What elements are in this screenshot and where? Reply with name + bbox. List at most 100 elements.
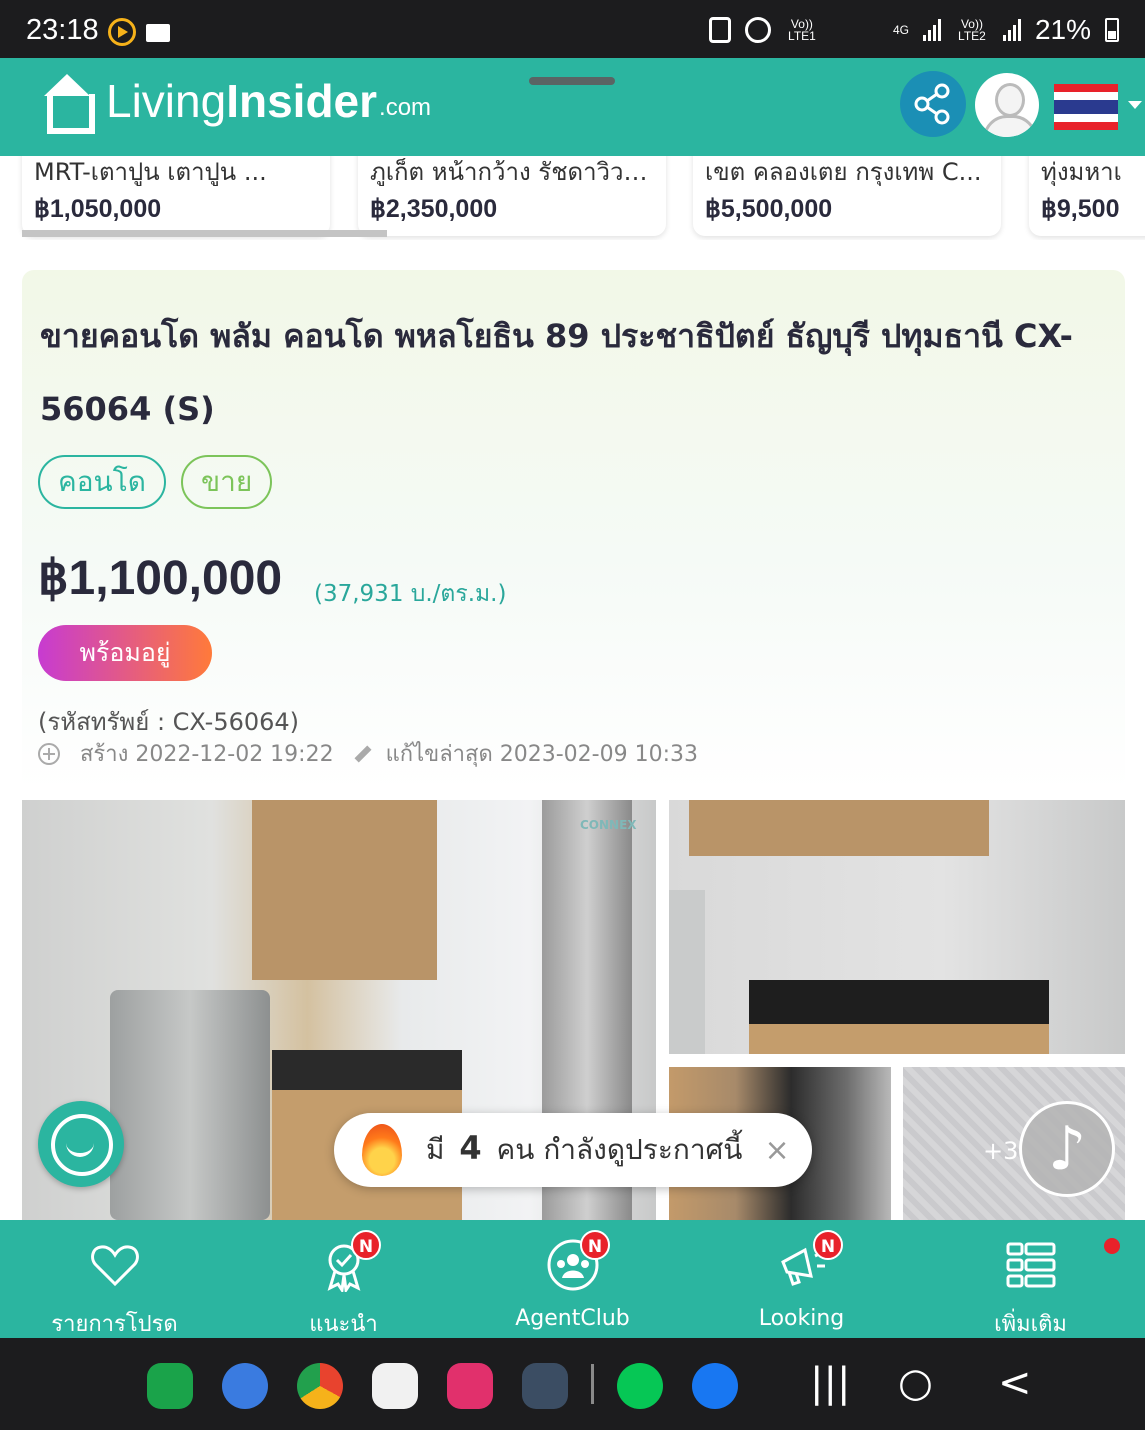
updated-date: แก้ไขล่าสุด 2023-02-09 10:33 — [385, 742, 698, 767]
listing-dates: สร้าง 2022-12-02 19:22 แก้ไขล่าสุด 2023-… — [38, 736, 698, 771]
listing-card[interactable]: MRT-เตาปูน เตาปูน ... ฿1,050,000 — [22, 156, 330, 236]
brand-insider: Insider — [226, 75, 378, 127]
camera-app-icon[interactable] — [447, 1363, 493, 1409]
battery-icon — [1105, 18, 1119, 42]
drag-handle[interactable] — [529, 77, 615, 85]
status-icons: Vo)) LTE1 4G Vo)) LTE2 21% — [708, 14, 1119, 46]
listing-card[interactable]: เขต คลองเตย กรุงเทพ C... ฿5,500,000 — [693, 156, 1001, 236]
nav-looking-label: Looking — [758, 1306, 845, 1331]
network-lte2-label: Vo)) LTE2 — [958, 17, 986, 43]
listing-card-title: เขต คลองเตย กรุงเทพ C... — [705, 158, 982, 186]
listing-card-price: ฿5,500,000 — [705, 195, 833, 223]
viewers-prefix: มี — [426, 1133, 445, 1166]
listing-title: ขายคอนโด พลัม คอนโด พหลโยธิน 89 ประชาธิป… — [40, 317, 1073, 428]
back-button[interactable]: < — [998, 1360, 1032, 1406]
tag-deal-type[interactable]: ขาย — [181, 455, 273, 509]
price-per-sqm: (37,931 บ./ตร.ม.) — [314, 581, 507, 607]
media-play-icon — [108, 18, 136, 46]
language-dropdown-icon[interactable] — [1128, 101, 1142, 109]
music-note-button[interactable]: ♪ — [1019, 1101, 1115, 1197]
photo-counter — [272, 1050, 462, 1090]
status-time: 23:18 — [26, 14, 99, 46]
heart-icon — [91, 1245, 139, 1287]
house-logo-icon — [44, 74, 95, 134]
listing-card-price: ฿1,050,000 — [34, 195, 162, 223]
play-store-app-icon[interactable] — [372, 1363, 418, 1409]
nav-recommended[interactable]: N แนะนำ — [229, 1220, 458, 1338]
share-button[interactable] — [900, 71, 966, 137]
viewers-count: 4 — [459, 1129, 482, 1167]
carousel-scrollbar[interactable] — [22, 230, 387, 237]
nav-looking-badge: N — [813, 1230, 843, 1260]
network-lte1-label: Vo)) LTE1 — [788, 17, 816, 43]
tag-property-type[interactable]: คอนโด — [38, 455, 166, 509]
line-app-icon[interactable] — [617, 1363, 663, 1409]
chrome-app-icon[interactable] — [297, 1363, 343, 1409]
photo-kitchen[interactable] — [669, 800, 1125, 1054]
viewers-toast: มี 4 คน กำลังดูประกาศนี้ × — [334, 1113, 812, 1187]
listing-card-title: MRT-เตาปูน เตาปูน ... — [34, 158, 267, 186]
nav-looking[interactable]: N Looking — [687, 1220, 916, 1338]
share-icon — [914, 83, 950, 125]
home-button[interactable]: ○ — [898, 1360, 933, 1406]
signal-1-icon — [922, 19, 941, 41]
listing-card-price: ฿9,500 — [1041, 195, 1120, 223]
signal-2-icon — [1002, 19, 1021, 41]
menu-grid-icon — [1006, 1242, 1056, 1288]
battery-saver-icon — [708, 17, 731, 43]
status-badge: พร้อมอยู่ — [38, 625, 212, 681]
mail-icon — [146, 24, 170, 42]
status-bar: 23:18 Vo)) LTE1 4G Vo)) LTE2 21% — [0, 0, 1145, 58]
messages-app-icon[interactable] — [222, 1363, 268, 1409]
phone-app-icon[interactable] — [147, 1363, 193, 1409]
photo-watermark: CONNEX — [580, 818, 637, 832]
listing-price: ฿1,100,000 — [38, 552, 283, 605]
brand-living: Living — [106, 75, 227, 127]
battery-percent: 21% — [1034, 14, 1091, 45]
brand-com: .com — [379, 94, 432, 121]
app-header: Living Insider .com — [0, 58, 1145, 156]
nav-agentclub[interactable]: N AgentClub — [458, 1220, 687, 1338]
nav-favorites-label: รายการโปรด — [51, 1312, 178, 1337]
bottom-navigation: รายการโปรด N แนะนำ N AgentClub N Looking — [0, 1220, 1145, 1338]
recents-button[interactable]: ||| — [810, 1360, 850, 1406]
listing-card[interactable]: ทุ่งมหาเ ฿9,500 — [1029, 156, 1145, 236]
viewers-suffix: คน กำลังดูประกาศนี้ — [496, 1133, 743, 1166]
created-plus-icon — [38, 742, 60, 765]
photo-kitchen-cabinet — [689, 800, 989, 856]
nav-agentclub-badge: N — [580, 1230, 610, 1260]
facebook-app-icon[interactable] — [692, 1363, 738, 1409]
photo-lower-cabinet — [749, 1024, 1049, 1054]
fire-icon — [362, 1124, 402, 1176]
photo-fridge — [110, 990, 270, 1220]
alarm-icon — [744, 17, 771, 43]
nav-recommended-badge: N — [351, 1230, 381, 1260]
viewers-text: มี 4 คน กำลังดูประกาศนี้ — [426, 1128, 742, 1172]
close-toast-button[interactable]: × — [764, 1133, 789, 1168]
nav-recommended-label: แนะนำ — [309, 1312, 378, 1337]
user-avatar[interactable] — [975, 73, 1039, 137]
dock-separator — [591, 1364, 594, 1404]
more-photos-count: +3 — [983, 1137, 1019, 1165]
nav-agentclub-label: AgentClub — [515, 1306, 630, 1331]
photo-kitchen-cabinet — [252, 800, 437, 980]
photo-counter — [749, 980, 1049, 1024]
app-drawer-icon[interactable] — [522, 1363, 568, 1409]
photo-fridge — [669, 890, 705, 1054]
edit-pencil-icon — [354, 745, 372, 762]
thailand-flag-icon[interactable] — [1054, 84, 1118, 130]
network-4g-label: 4G — [892, 23, 909, 37]
created-date: สร้าง 2022-12-02 19:22 — [80, 742, 334, 767]
related-listings-carousel[interactable]: MRT-เตาปูน เตาปูน ... ฿1,050,000 ภูเก็ต … — [0, 156, 1145, 240]
listing-card[interactable]: ภูเก็ต หน้ากว้าง รัชดาวิวท... ฿2,350,000 — [358, 156, 666, 236]
nav-favorites[interactable]: รายการโปรด — [0, 1220, 229, 1338]
listing-card-title: ทุ่งมหาเ — [1041, 158, 1122, 186]
notification-dot — [1104, 1238, 1120, 1254]
listing-card-price: ฿2,350,000 — [370, 195, 498, 223]
listing-card-title: ภูเก็ต หน้ากว้าง รัชดาวิวท... — [370, 158, 654, 186]
listing-detail: ขายคอนโด พลัม คอนโด พหลโยธิน 89 ประชาธิป… — [22, 270, 1125, 790]
nav-more-label: เพิ่มเติม — [994, 1312, 1067, 1337]
smiley-chat-button[interactable] — [38, 1101, 124, 1187]
living-insider-logo[interactable]: Living Insider .com — [44, 74, 432, 134]
android-navigation-bar: ||| ○ < — [0, 1338, 1145, 1430]
